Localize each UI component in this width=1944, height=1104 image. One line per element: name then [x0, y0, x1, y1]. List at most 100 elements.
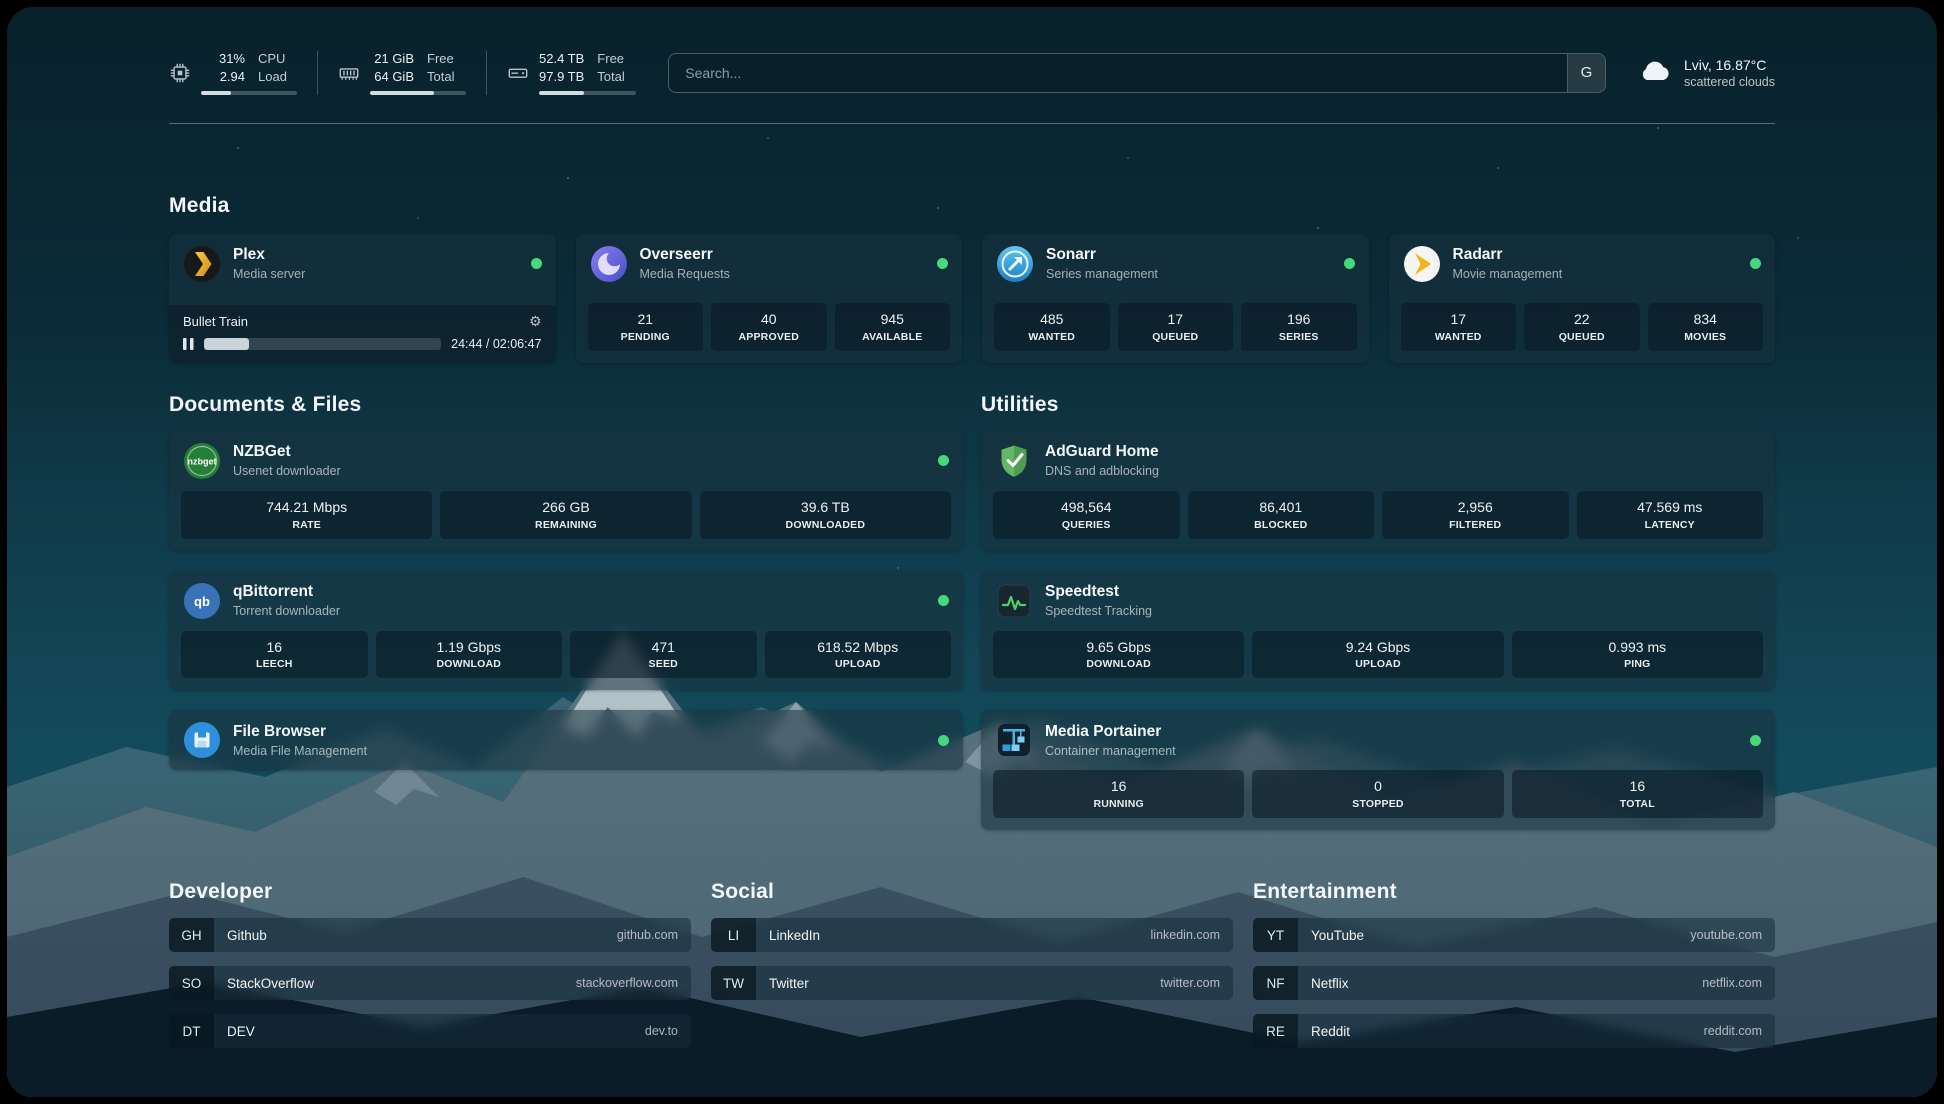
stat-value: 498,564: [997, 499, 1176, 516]
service-description: Movie management: [1453, 267, 1563, 281]
overseerr-icon: [590, 245, 628, 283]
service-stats: 16RUNNING 0STOPPED 16TOTAL: [981, 770, 1775, 830]
stat-block: 1.19 GbpsDOWNLOAD: [376, 631, 563, 679]
section-title-utilities: Utilities: [981, 393, 1775, 417]
bookmark-domain: dev.to: [632, 1014, 691, 1048]
stat-block: 39.6 TBDOWNLOADED: [700, 491, 951, 539]
bookmark-twitter[interactable]: TW Twitter twitter.com: [711, 966, 1233, 1000]
bookmark-netflix[interactable]: NF Netflix netflix.com: [1253, 966, 1775, 1000]
section-entertainment: Entertainment YT YouTube youtube.com NF …: [1253, 880, 1775, 1048]
cpu-usage-bar-fill: [201, 91, 231, 95]
bookmark-reddit[interactable]: RE Reddit reddit.com: [1253, 1014, 1775, 1048]
bookmark-name: StackOverflow: [214, 966, 563, 1000]
bookmark-linkedin[interactable]: LI LinkedIn linkedin.com: [711, 918, 1233, 952]
bookmark-abbr: GH: [169, 918, 214, 952]
stat-value: 16: [1516, 778, 1759, 795]
stat-label: SEED: [574, 658, 753, 670]
stat-label: WANTED: [1405, 331, 1513, 343]
section-media: Media Plex Medi: [169, 194, 1775, 363]
search-provider-button[interactable]: G: [1567, 54, 1605, 92]
bookmark-abbr: LI: [711, 918, 756, 952]
stat-label: SERIES: [1245, 331, 1353, 343]
service-name: Overseerr: [640, 246, 730, 265]
progress-fill: [204, 338, 249, 350]
stat-value: 86,401: [1192, 499, 1371, 516]
card-header: Speedtest Speedtest Tracking: [981, 571, 1775, 631]
service-meta: Speedtest Speedtest Tracking: [1045, 583, 1152, 618]
pause-icon[interactable]: [183, 338, 194, 350]
weather-location: Lviv, 16.87°C: [1684, 57, 1775, 73]
cpu-icon: [169, 62, 191, 84]
memory-total-label: Total: [427, 69, 466, 86]
bookmark-domain: netflix.com: [1689, 966, 1775, 1000]
bookmark-youtube[interactable]: YT YouTube youtube.com: [1253, 918, 1775, 952]
disk-total-value: 97.9 TB: [539, 69, 584, 86]
bookmark-github[interactable]: GH Github github.com: [169, 918, 691, 952]
bookmark-name: DEV: [214, 1014, 632, 1048]
service-card-sonarr[interactable]: Sonarr Series management 485WANTED 17QUE…: [982, 234, 1369, 363]
now-playing-title: Bullet Train: [183, 314, 248, 329]
bookmark-name: LinkedIn: [756, 918, 1138, 952]
service-card-plex[interactable]: Plex Media server Bullet Train ⚙: [169, 234, 556, 363]
service-card-radarr[interactable]: Radarr Movie management 17WANTED 22QUEUE…: [1389, 234, 1776, 363]
stat-block: 2,956FILTERED: [1382, 491, 1569, 539]
status-dot: [938, 455, 949, 466]
memory-usage-bar: [370, 91, 466, 95]
weather-condition: scattered clouds: [1684, 75, 1775, 89]
search-bar: G: [668, 53, 1606, 93]
bookmark-domain: linkedin.com: [1138, 918, 1233, 952]
card-header: Radarr Movie management: [1389, 234, 1776, 294]
service-card-qbittorrent[interactable]: qb qBittorrent Torrent downloader 16LEEC…: [169, 571, 963, 691]
stat-label: AVAILABLE: [839, 331, 947, 343]
bookmark-abbr: TW: [711, 966, 756, 1000]
stat-value: 744.21 Mbps: [185, 499, 428, 516]
service-name: Radarr: [1453, 246, 1563, 265]
stat-label: PING: [1516, 658, 1759, 670]
cpu-load-label: Load: [258, 69, 297, 86]
service-name: AdGuard Home: [1045, 443, 1159, 462]
service-name: qBittorrent: [233, 583, 340, 602]
bookmark-dev[interactable]: DT DEV dev.to: [169, 1014, 691, 1048]
memory-widget: 21 GiB Free 64 GiB Total: [338, 51, 466, 95]
stat-value: 196: [1245, 311, 1353, 328]
bookmark-name: Reddit: [1298, 1014, 1691, 1048]
bookmark-name: Netflix: [1298, 966, 1689, 1000]
portainer-icon: [995, 721, 1033, 759]
status-dot: [938, 735, 949, 746]
progress-track[interactable]: [204, 338, 441, 350]
service-description: Speedtest Tracking: [1045, 604, 1152, 618]
status-dot: [1750, 735, 1761, 746]
service-description: Series management: [1046, 267, 1158, 281]
gear-icon[interactable]: ⚙: [529, 314, 542, 328]
search-input[interactable]: [669, 54, 1567, 92]
service-meta: Sonarr Series management: [1046, 246, 1158, 281]
service-meta: Media Portainer Container management: [1045, 723, 1176, 758]
stat-block: 0STOPPED: [1252, 770, 1503, 818]
speedtest-icon: [995, 582, 1033, 620]
plex-now-playing: Bullet Train ⚙ 24:44 / 02:06:47: [169, 305, 556, 363]
sonarr-icon: [996, 245, 1034, 283]
stat-block: 47.569 msLATENCY: [1577, 491, 1764, 539]
stat-value: 39.6 TB: [704, 499, 947, 516]
disk-usage-bar: [539, 91, 636, 95]
bookmark-abbr: SO: [169, 966, 214, 1000]
stat-value: 9.24 Gbps: [1256, 639, 1499, 656]
service-card-filebrowser[interactable]: File Browser Media File Management: [169, 710, 963, 770]
stat-value: 0.993 ms: [1516, 639, 1759, 656]
stat-block: 834MOVIES: [1648, 303, 1764, 351]
stat-block: 9.24 GbpsUPLOAD: [1252, 631, 1503, 679]
service-card-portainer[interactable]: Media Portainer Container management 16R…: [981, 710, 1775, 830]
section-social: Social LI LinkedIn linkedin.com TW Twitt…: [711, 880, 1233, 1048]
disk-stats: 52.4 TB Free 97.9 TB Total: [539, 51, 636, 95]
service-card-adguard[interactable]: AdGuard Home DNS and adblocking 498,564Q…: [981, 431, 1775, 551]
stat-value: 40: [715, 311, 823, 328]
svg-text:qb: qb: [194, 594, 210, 609]
stat-block: 16LEECH: [181, 631, 368, 679]
service-card-nzbget[interactable]: nzbget NZBGet Usenet downloader 744.21 M…: [169, 431, 963, 551]
service-card-overseerr[interactable]: Overseerr Media Requests 21PENDING 40APP…: [576, 234, 963, 363]
stat-label: MOVIES: [1652, 331, 1760, 343]
stat-label: BLOCKED: [1192, 519, 1371, 531]
status-dot: [938, 595, 949, 606]
bookmark-stackoverflow[interactable]: SO StackOverflow stackoverflow.com: [169, 966, 691, 1000]
service-card-speedtest[interactable]: Speedtest Speedtest Tracking 9.65 GbpsDO…: [981, 571, 1775, 691]
